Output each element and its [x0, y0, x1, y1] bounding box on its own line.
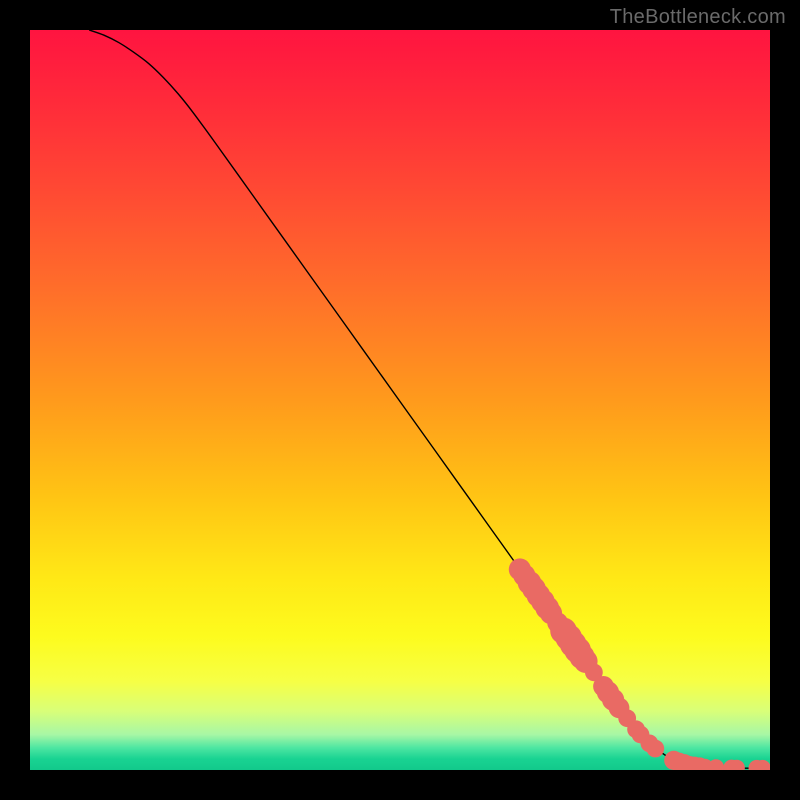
watermark-label: TheBottleneck.com [610, 6, 786, 29]
chart-svg [30, 30, 770, 770]
plot-area [30, 30, 770, 770]
gradient-background [30, 30, 770, 770]
chart-stage: TheBottleneck.com [0, 0, 800, 800]
data-point [646, 740, 664, 758]
